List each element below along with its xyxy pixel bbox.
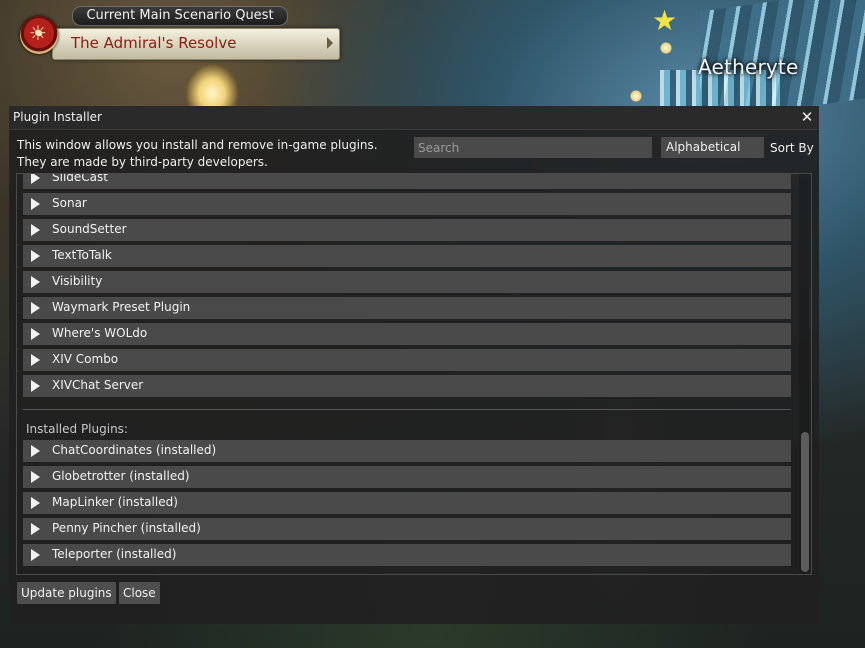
expand-arrow-icon	[31, 250, 40, 262]
plugin-list: SlideCast Sonar SoundSetter TextToTalk V…	[16, 173, 812, 575]
expand-arrow-icon	[31, 380, 40, 392]
plugin-row[interactable]: Waymark Preset Plugin	[23, 297, 791, 319]
plugin-row[interactable]: TextToTalk	[23, 245, 791, 267]
expand-arrow-icon	[31, 497, 40, 509]
expand-arrow-icon	[31, 523, 40, 535]
plugin-name: Penny Pincher (installed)	[52, 521, 201, 535]
chevron-right-icon	[327, 37, 333, 49]
expand-arrow-icon	[31, 276, 40, 288]
close-button[interactable]: Close	[119, 582, 160, 604]
main-scenario-quest-icon	[20, 16, 58, 54]
plugin-row[interactable]: Sonar	[23, 193, 791, 215]
star-icon: ★	[652, 4, 678, 37]
plugin-row[interactable]: XIVChat Server	[23, 375, 791, 397]
expand-arrow-icon	[31, 471, 40, 483]
street-lamp	[186, 64, 238, 106]
plugin-name: Visibility	[52, 274, 103, 288]
plugin-name: MapLinker (installed)	[52, 495, 178, 509]
expand-arrow-icon	[31, 302, 40, 314]
installed-plugin-row[interactable]: Globetrotter (installed)	[23, 466, 791, 488]
installed-plugin-row[interactable]: MapLinker (installed)	[23, 492, 791, 514]
installed-plugins-heading: Installed Plugins:	[26, 422, 128, 436]
quest-header: Current Main Scenario Quest	[72, 6, 288, 26]
plugin-installer-window: Plugin Installer ✕ This window allows yo…	[9, 106, 819, 624]
window-titlebar[interactable]: Plugin Installer ✕	[9, 106, 819, 130]
plugin-name: XIV Combo	[52, 352, 119, 366]
expand-arrow-icon	[31, 549, 40, 561]
plugin-name: Sonar	[52, 196, 87, 210]
installed-plugin-row[interactable]: ChatCoordinates (installed)	[23, 440, 791, 462]
plugin-row[interactable]: XIV Combo	[23, 349, 791, 371]
window-title: Plugin Installer	[13, 110, 102, 124]
installed-plugin-row[interactable]: Teleporter (installed)	[23, 544, 791, 566]
close-icon[interactable]: ✕	[799, 109, 815, 125]
expand-arrow-icon	[31, 174, 40, 184]
description-line-1: This window allows you install and remov…	[17, 138, 378, 152]
search-input[interactable]	[414, 137, 652, 158]
aetheryte-nameplate: Aetheryte	[698, 55, 799, 79]
plugin-row[interactable]: SoundSetter	[23, 219, 791, 241]
plugin-row[interactable]: Where's WOLdo	[23, 323, 791, 345]
lantern-light	[660, 42, 672, 54]
quest-bar[interactable]: The Admiral's Resolve	[52, 28, 340, 60]
expand-arrow-icon	[31, 198, 40, 210]
sort-label: Sort By	[770, 141, 814, 155]
plugin-name: XIVChat Server	[52, 378, 144, 392]
section-divider	[23, 409, 791, 410]
plugin-row[interactable]: SlideCast	[23, 173, 791, 189]
expand-arrow-icon	[31, 354, 40, 366]
lantern-light	[630, 90, 642, 102]
plugin-name: SoundSetter	[52, 222, 127, 236]
plugin-name: Where's WOLdo	[52, 326, 148, 340]
plugin-name: SlideCast	[52, 173, 108, 184]
window-description: This window allows you install and remov…	[17, 137, 378, 171]
plugin-name: Globetrotter (installed)	[52, 469, 190, 483]
plugin-name: ChatCoordinates (installed)	[52, 443, 217, 457]
description-line-2: They are made by third-party developers.	[17, 155, 268, 169]
expand-arrow-icon	[31, 328, 40, 340]
installed-plugin-row[interactable]: Penny Pincher (installed)	[23, 518, 791, 540]
update-plugins-button[interactable]: Update plugins	[17, 582, 116, 604]
sort-select[interactable]: Alphabetical	[661, 137, 764, 158]
quest-title: The Admiral's Resolve	[71, 34, 237, 52]
plugin-row[interactable]: Visibility	[23, 271, 791, 293]
plugin-name: Waymark Preset Plugin	[52, 300, 191, 314]
expand-arrow-icon	[31, 445, 40, 457]
plugin-name: Teleporter (installed)	[52, 547, 177, 561]
plugin-name: TextToTalk	[52, 248, 112, 262]
expand-arrow-icon	[31, 224, 40, 236]
list-scrollbar-thumb[interactable]	[801, 432, 809, 572]
